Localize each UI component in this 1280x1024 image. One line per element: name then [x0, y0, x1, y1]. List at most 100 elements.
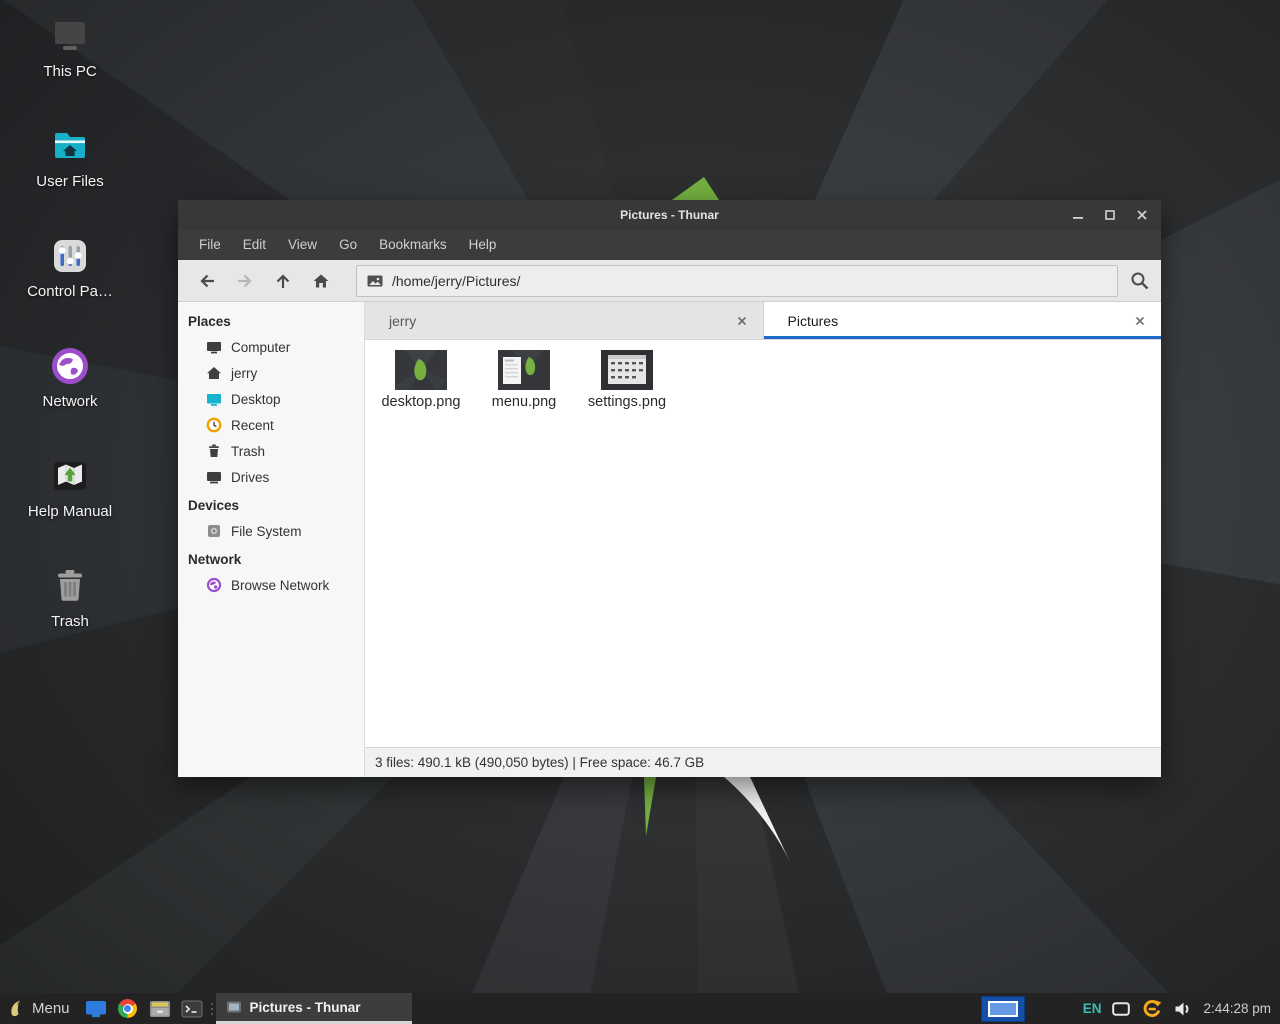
- desktop-icon-label: Control Pa…: [0, 283, 140, 300]
- tasklist-handle[interactable]: [208, 993, 216, 1024]
- back-icon: [198, 272, 216, 290]
- close-icon: [737, 316, 747, 326]
- computer-icon: [48, 14, 92, 58]
- desktop-icon-trash[interactable]: Trash: [0, 564, 140, 668]
- network-globe-icon: [48, 344, 92, 388]
- start-menu-button[interactable]: Menu: [0, 993, 80, 1024]
- desktop-icon: [206, 391, 222, 407]
- desktop-icon-network[interactable]: Network: [0, 344, 140, 448]
- sidebar-item-file-system[interactable]: File System: [178, 518, 364, 544]
- desktop-icon-label: Trash: [0, 613, 140, 630]
- close-icon: [1136, 209, 1148, 221]
- launcher-show-desktop[interactable]: [84, 993, 108, 1024]
- minimize-button[interactable]: [1069, 206, 1087, 224]
- sidebar-item-label: File System: [231, 524, 302, 539]
- tab-jerry[interactable]: jerry: [365, 302, 764, 339]
- file-desktop-png[interactable]: desktop.png: [373, 350, 469, 410]
- chrome-icon: [118, 999, 137, 1018]
- window-title: Pictures - Thunar: [178, 200, 1161, 230]
- task-button-label: Pictures - Thunar: [250, 1000, 361, 1015]
- trash-icon: [206, 443, 222, 459]
- titlebar[interactable]: Pictures - Thunar: [178, 200, 1161, 230]
- desktop-icon-label: User Files: [0, 173, 140, 190]
- sidebar-item-label: Computer: [231, 340, 290, 355]
- desktop-icon-label: This PC: [0, 63, 140, 80]
- tab-close-button[interactable]: [1131, 312, 1149, 330]
- tab-close-button[interactable]: [733, 312, 751, 330]
- path-bar[interactable]: /home/jerry/Pictures/: [356, 265, 1118, 297]
- launcher-file-manager[interactable]: [148, 993, 172, 1024]
- start-menu-label: Menu: [32, 1000, 70, 1017]
- file-name: desktop.png: [373, 394, 469, 410]
- home-button[interactable]: [302, 264, 340, 298]
- up-button[interactable]: [264, 264, 302, 298]
- status-text: 3 files: 490.1 kB (490,050 bytes) | Free…: [375, 755, 704, 770]
- task-button-thunar[interactable]: Pictures - Thunar: [216, 993, 412, 1024]
- sidebar-item-recent[interactable]: Recent: [178, 412, 364, 438]
- keyboard-layout-indicator[interactable]: EN: [1083, 1001, 1102, 1016]
- maximize-button[interactable]: [1101, 206, 1119, 224]
- sidebar-item-desktop[interactable]: Desktop: [178, 386, 364, 412]
- control-panel-icon: [48, 234, 92, 278]
- image-file-icon: [367, 274, 383, 288]
- file-name: settings.png: [579, 394, 675, 410]
- sidebar-item-label: jerry: [231, 366, 257, 381]
- menu-edit[interactable]: Edit: [232, 230, 277, 260]
- terminal-icon: [181, 1000, 203, 1018]
- active-tab-indicator: [764, 336, 1162, 339]
- search-button[interactable]: [1118, 260, 1161, 301]
- menu-file[interactable]: File: [188, 230, 232, 260]
- sidebar-item-jerry[interactable]: jerry: [178, 360, 364, 386]
- sidebar-item-label: Desktop: [231, 392, 281, 407]
- forward-button[interactable]: [226, 264, 264, 298]
- system-tray: EN 2:44:28 pm: [1083, 998, 1280, 1020]
- menu-go[interactable]: Go: [328, 230, 368, 260]
- launcher-chrome[interactable]: [116, 993, 140, 1024]
- status-bar: 3 files: 490.1 kB (490,050 bytes) | Free…: [365, 747, 1161, 777]
- volume-icon[interactable]: [1174, 1001, 1192, 1017]
- sidebar-item-label: Browse Network: [231, 578, 329, 593]
- home-folder-icon: [48, 124, 92, 168]
- path-text: /home/jerry/Pictures/: [392, 273, 520, 289]
- desktop-icon-user-files[interactable]: User Files: [0, 124, 140, 228]
- menu-view[interactable]: View: [277, 230, 328, 260]
- launcher-terminal[interactable]: [180, 993, 204, 1024]
- maximize-icon: [1104, 209, 1116, 221]
- harddisk-icon: [206, 523, 222, 539]
- update-manager-icon[interactable]: [1141, 998, 1163, 1020]
- sidebar-item-browse-network[interactable]: Browse Network: [178, 572, 364, 598]
- home-icon: [312, 272, 330, 290]
- drive-icon: [206, 469, 222, 485]
- workspace-switcher[interactable]: [981, 996, 1025, 1022]
- display-settings-tray-icon[interactable]: [1112, 1002, 1130, 1016]
- file-menu-png[interactable]: menu.png: [476, 350, 572, 410]
- file-view[interactable]: desktop.png menu.png: [365, 340, 1161, 747]
- sidebar-item-trash[interactable]: Trash: [178, 438, 364, 464]
- tab-label: jerry: [389, 313, 416, 329]
- menu-help[interactable]: Help: [458, 230, 508, 260]
- thumbnail-menu: [498, 350, 550, 390]
- thumbnail-settings: [601, 350, 653, 390]
- clock[interactable]: 2:44:28 pm: [1203, 1001, 1271, 1016]
- menu-bookmarks[interactable]: Bookmarks: [368, 230, 458, 260]
- up-icon: [274, 272, 292, 290]
- help-manual-icon: [48, 454, 92, 498]
- mint-logo-icon: [8, 999, 25, 1019]
- desktop-icon-control-panel[interactable]: Control Pa…: [0, 234, 140, 338]
- thunar-task-icon: [226, 1000, 242, 1014]
- thunar-window: Pictures - Thunar File Edit View Go Book…: [178, 200, 1161, 777]
- desktop-icon-this-pc[interactable]: This PC: [0, 14, 140, 118]
- forward-icon: [236, 272, 254, 290]
- sidebar-item-computer[interactable]: Computer: [178, 334, 364, 360]
- close-icon: [1135, 316, 1145, 326]
- sidebar-item-drives[interactable]: Drives: [178, 464, 364, 490]
- back-button[interactable]: [188, 264, 226, 298]
- tab-pictures[interactable]: Pictures: [764, 302, 1162, 339]
- minimize-icon: [1072, 209, 1084, 221]
- close-button[interactable]: [1133, 206, 1151, 224]
- clock-icon: [206, 417, 222, 433]
- file-settings-png[interactable]: settings.png: [579, 350, 675, 410]
- sidebar-item-label: Trash: [231, 444, 265, 459]
- desktop-icon-help-manual[interactable]: Help Manual: [0, 454, 140, 558]
- workspace-active[interactable]: [988, 1001, 1018, 1017]
